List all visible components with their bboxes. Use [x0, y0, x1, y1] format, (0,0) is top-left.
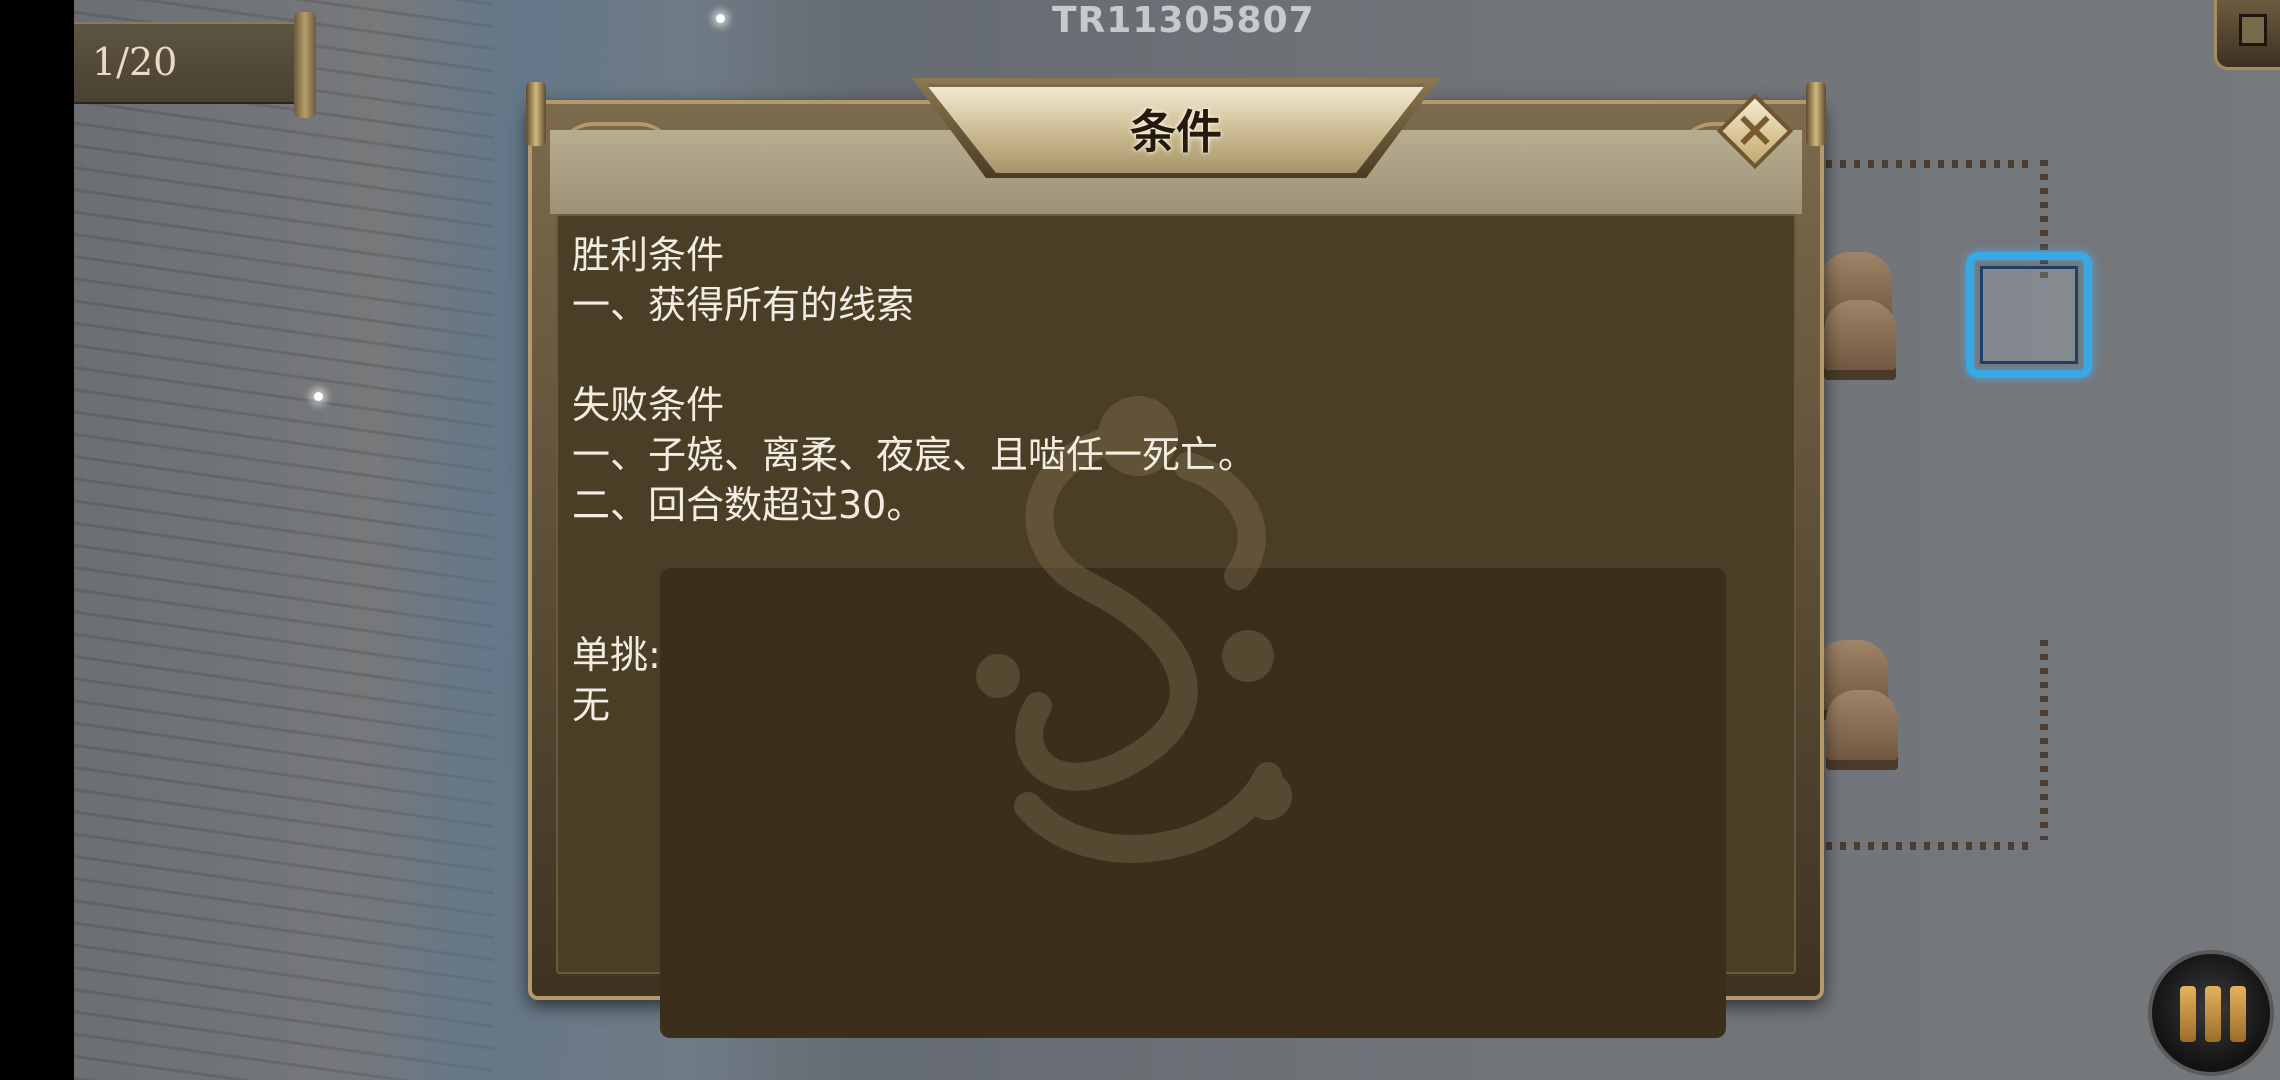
condition-line — [572, 580, 1672, 630]
dialog-title: 条件 — [1130, 105, 1222, 159]
fence — [1826, 842, 2036, 850]
condition-line: 无 — [572, 683, 611, 727]
conditions-text: 胜利条件 一、获得所有的线索 失败条件 一、子娆、离柔、夜宸、且啮任一死亡。 二… — [572, 230, 1672, 730]
tile-selection-cursor[interactable] — [1966, 252, 2092, 378]
scroll-rod-left — [526, 82, 546, 146]
stage-code: TR11305807 — [1052, 0, 1315, 41]
scroll-roller — [294, 12, 316, 118]
fence — [1826, 160, 2036, 168]
turn-counter-text: 1/20 — [92, 40, 178, 84]
fence — [2040, 640, 2048, 840]
condition-line: 失败条件 — [572, 383, 725, 427]
condition-line: 单挑: — [572, 633, 661, 677]
map-sparkle — [716, 14, 725, 23]
turn-counter: 1/20 — [74, 12, 316, 118]
minimap-button[interactable] — [2214, 0, 2280, 70]
condition-line: 胜利条件 — [572, 233, 725, 277]
menu-icon — [2205, 986, 2221, 1042]
conditions-dialog: 胜利条件 一、获得所有的线索 失败条件 一、子娆、离柔、夜宸、且啮任一死亡。 二… — [526, 78, 1826, 1038]
building — [1824, 300, 1896, 380]
menu-icon — [2230, 986, 2246, 1042]
building — [1826, 690, 1898, 770]
condition-line — [572, 330, 1672, 380]
selected-tile — [1980, 266, 2078, 364]
condition-line: 二、回合数超过30。 — [572, 483, 925, 527]
minimap-icon — [2239, 14, 2267, 46]
condition-line — [572, 530, 1672, 580]
condition-line: 一、子娆、离柔、夜宸、且啮任一死亡。 — [572, 433, 1257, 477]
scroll-rod-right — [1806, 82, 1826, 146]
menu-button[interactable] — [2148, 950, 2274, 1076]
close-button[interactable]: × — [1716, 92, 1794, 170]
condition-line: 一、获得所有的线索 — [572, 283, 915, 327]
menu-icon — [2180, 986, 2196, 1042]
dialog-title-plate: 条件 — [912, 78, 1440, 178]
map-sparkle — [314, 392, 323, 401]
close-icon: × — [1734, 100, 1776, 158]
